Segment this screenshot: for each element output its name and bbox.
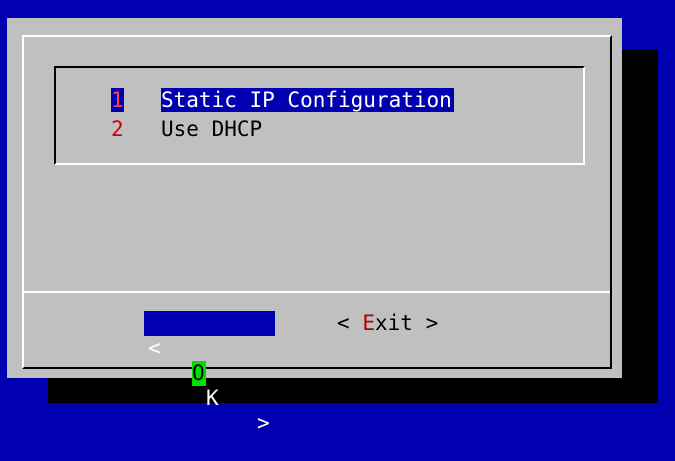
menu-item-static-ip[interactable]: 1 Static IP Configuration bbox=[111, 88, 454, 112]
menu-item-tag: 2 bbox=[111, 117, 124, 141]
exit-button[interactable]: < Exit > bbox=[337, 311, 438, 336]
ok-button-hotkey: O bbox=[192, 361, 206, 386]
menu-item-label: Use DHCP bbox=[161, 117, 263, 141]
menu-item-use-dhcp[interactable]: 2 Use DHCP bbox=[111, 117, 262, 141]
exit-button-right-bracket: > bbox=[425, 311, 439, 335]
ok-button-label: K bbox=[206, 386, 219, 410]
button-separator bbox=[24, 291, 610, 293]
menu-item-label: Static IP Configuration bbox=[161, 88, 454, 112]
menu-list-frame bbox=[54, 66, 585, 165]
ok-button[interactable]: < O K > bbox=[144, 311, 275, 435]
ok-button-left-bracket: < bbox=[148, 336, 161, 360]
dialog-box: 1 Static IP Configuration 2 Use DHCP < O K… bbox=[7, 18, 622, 435]
ok-button-right-bracket: > bbox=[257, 411, 270, 435]
menu-item-tag: 1 bbox=[111, 88, 124, 112]
exit-button-label: xit bbox=[374, 311, 413, 335]
exit-button-left-bracket: < bbox=[337, 311, 350, 335]
exit-button-hotkey: E bbox=[362, 311, 375, 335]
